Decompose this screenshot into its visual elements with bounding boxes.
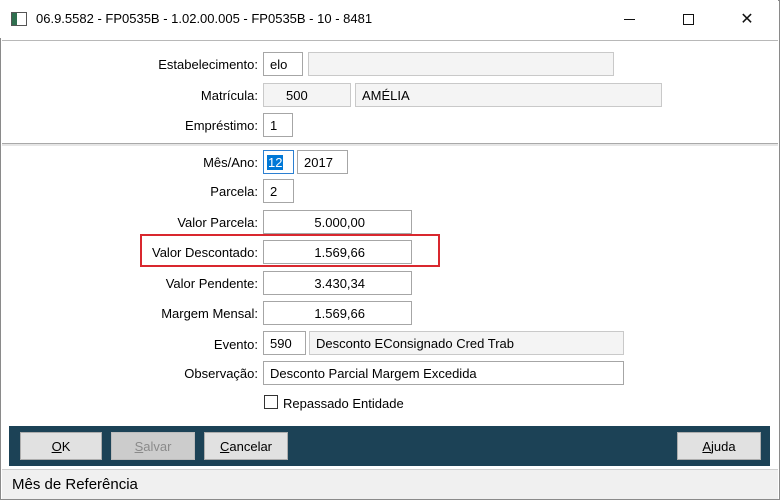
evento-label: Evento: <box>213 337 258 352</box>
valor-pendente-label: Valor Pendente: <box>165 276 258 291</box>
estabelecimento-name-field <box>308 52 614 76</box>
margem-mensal-field[interactable]: 1.569,66 <box>263 301 412 325</box>
salvar-label-rest: alvar <box>143 438 172 454</box>
ajuda-button[interactable]: Ajuda <box>677 432 761 460</box>
content-border <box>2 40 778 41</box>
ajuda-label-rest: juda <box>711 438 736 454</box>
estabelecimento-code-field[interactable]: elo <box>263 52 303 76</box>
repassado-entidade-label[interactable]: Repassado Entidade <box>283 396 404 411</box>
ok-mnemonic: O <box>51 438 62 454</box>
mes-field[interactable]: 12 <box>263 150 294 174</box>
evento-desc-field: Desconto EConsignado Cred Trab <box>309 331 624 355</box>
cancelar-label-rest: ancelar <box>229 438 273 454</box>
valor-parcela-label: Valor Parcela: <box>177 215 258 230</box>
valor-descontado-highlight <box>140 234 440 267</box>
valor-parcela-field[interactable]: 5.000,00 <box>263 210 412 234</box>
close-icon: ✕ <box>740 11 754 28</box>
ok-button[interactable]: OK <box>20 432 102 460</box>
status-bar: Mês de Referência <box>2 469 778 499</box>
observacao-label: Observação: <box>184 366 258 381</box>
salvar-mnemonic: S <box>134 438 144 454</box>
cancelar-mnemonic: C <box>219 438 230 454</box>
mes-value: 12 <box>267 155 284 170</box>
minimize-icon <box>623 18 635 20</box>
window-title: 06.9.5582 - FP0535B - 1.02.00.005 - FP05… <box>36 11 373 26</box>
matricula-label: Matrícula: <box>200 88 258 103</box>
cancelar-button[interactable]: Cancelar <box>204 432 288 460</box>
salvar-button[interactable]: Salvar <box>111 432 195 460</box>
mes-ano-label: Mês/Ano: <box>203 155 258 170</box>
evento-code-field[interactable]: 590 <box>263 331 306 355</box>
emprestimo-field[interactable]: 1 <box>263 113 293 137</box>
maximize-icon <box>682 13 694 25</box>
margem-mensal-label: Margem Mensal: <box>161 306 258 321</box>
estabelecimento-label: Estabelecimento: <box>158 57 258 72</box>
parcela-label: Parcela: <box>210 184 258 199</box>
matricula-code-field: 500 <box>263 83 351 107</box>
matricula-name-field: AMÉLIA <box>355 83 662 107</box>
valor-pendente-field[interactable]: 3.430,34 <box>263 271 412 295</box>
status-text: Mês de Referência <box>12 476 138 493</box>
maximize-button[interactable] <box>665 0 711 38</box>
close-button[interactable]: ✕ <box>724 0 770 38</box>
emprestimo-label: Empréstimo: <box>185 118 258 133</box>
minimize-button[interactable] <box>606 0 652 38</box>
ajuda-mnemonic: A <box>702 438 712 454</box>
ok-label-rest: K <box>61 438 71 454</box>
app-window-icon <box>11 12 27 26</box>
parcela-field[interactable]: 2 <box>263 179 294 203</box>
observacao-field[interactable]: Desconto Parcial Margem Excedida <box>263 361 624 385</box>
section-divider <box>2 143 778 147</box>
ano-field[interactable]: 2017 <box>297 150 348 174</box>
title-bar[interactable]: 06.9.5582 - FP0535B - 1.02.00.005 - FP05… <box>0 0 778 38</box>
repassado-entidade-checkbox[interactable] <box>264 395 278 409</box>
